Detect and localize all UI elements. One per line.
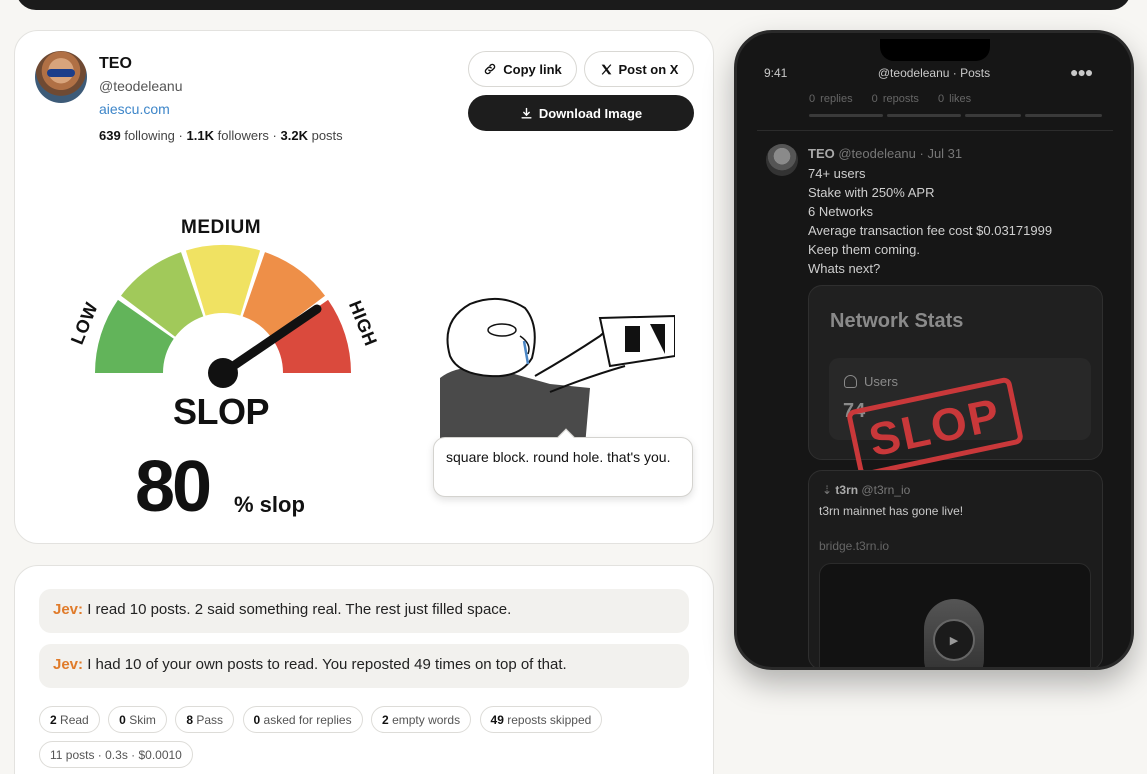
post-on-x-label: Post on X [618,61,679,77]
chip-run-summary: 11 posts · 0.3s · $0.0010 [39,741,193,768]
slop-report-card: TEO @teodeleanu aiescu.com 639 following… [14,30,714,544]
post-line: Average transaction fee cost $0.03171999 [808,223,1053,238]
phone-notch [880,39,990,61]
quoted-author: t3rn [835,483,859,497]
posts-label: posts [311,128,343,143]
stats-separator: · [178,128,183,143]
gauge-needle-hub [208,358,238,388]
profile-stats: 639 following · 1.1K followers · 3.2K po… [99,128,343,143]
posts-count: 3.2K [280,128,308,143]
x-logo-icon [601,63,611,75]
stats-separator: · [272,128,277,143]
phone-preview: 9:41 @teodeleanu · Posts ●●● 0 replies 0… [734,30,1134,670]
jev-commentary-card: Jev: I read 10 posts. 2 said something r… [14,565,714,774]
quoted-post: ⇣ t3rn @t3rn_io t3rn mainnet has gone li… [808,470,1103,667]
link-icon [485,63,496,75]
phone-divider [757,130,1113,131]
download-icon [521,107,532,119]
wojak-meme-illustration [440,297,675,446]
chip-reposts-skipped: 49 reposts skipped [479,706,603,733]
download-image-label: Download Image [538,105,643,121]
download-image-button[interactable]: Download Image [468,95,694,131]
followers-count: 1.1K [186,128,214,143]
post-meta: @teodeleanu · Jul 31 [838,146,963,161]
gauge-title: SLOP [173,391,270,432]
profile-name: TEO [99,55,132,72]
post-line: 6 Networks [808,204,874,219]
post-on-x-button[interactable]: Post on X [584,51,694,87]
tab-indicator [965,114,1021,117]
meme-caption-text: square block. round hole. that's you. [446,449,671,465]
more-options-icon: ●●● [1070,64,1093,80]
profile-avatar [35,51,87,103]
reposts-count: 0 reposts [871,93,919,105]
network-stats-title: Network Stats [830,310,964,332]
users-label: Users [864,374,898,389]
stats-chips: 2 Read 0 Skim 8 Pass 0 asked for replies… [39,706,699,774]
quoted-video: ▶ [819,563,1091,667]
play-icon: ▶ [933,619,975,661]
gauge-medium-label: MEDIUM [181,217,262,238]
chip-empty-words: 2 empty words [371,706,472,733]
tab-indicator [1025,114,1102,117]
jev-comment-text: I read 10 posts. 2 said something real. … [87,601,512,618]
copy-link-button[interactable]: Copy link [468,51,577,87]
quoted-post-header: ⇣ t3rn @t3rn_io [822,483,910,497]
jev-comment: Jev: I read 10 posts. 2 said something r… [39,589,689,633]
avatar-glasses [47,69,75,77]
post-header: TEO @teodeleanu · Jul 31 [808,146,962,161]
user-icon [844,375,857,388]
post-author: TEO [808,146,835,161]
jev-comment: Jev: I had 10 of your own posts to read.… [39,644,689,688]
chip-read: 2 Read [39,706,100,733]
phone-post-counters: 0 replies 0 reposts 0 likes [809,93,985,105]
chip-skim: 0 Skim [108,706,167,733]
t3rn-logo-icon: ⇣ [822,483,833,497]
post-line: 74+ users [808,166,866,181]
quoted-link: bridge.t3rn.io [819,539,890,553]
profile-website-link[interactable]: aiescu.com [99,101,170,117]
slop-score-unit: % slop [234,492,305,517]
following-count: 639 [99,128,121,143]
tab-indicator [887,114,961,117]
chip-asked-for-replies: 0 asked for replies [242,706,363,733]
post-line: Stake with 250% APR [808,185,935,200]
meme-caption-bubble: square block. round hole. that's you. [433,428,693,497]
quoted-text: t3rn mainnet has gone live! [819,504,964,518]
replies-count: 0 replies [809,93,853,105]
profile-handle: @teodeleanu [99,78,183,94]
jev-speaker: Jev: [53,656,84,673]
jev-speaker: Jev: [53,601,84,618]
jev-comment-text: I had 10 of your own posts to read. You … [87,656,567,673]
chip-pass: 8 Pass [175,706,235,733]
followers-label: followers [217,128,269,143]
post-body: 74+ users Stake with 250% APR 6 Networks… [808,164,1052,278]
post-line: Keep them coming. [808,242,921,257]
post-author-avatar [766,144,798,176]
copy-link-label: Copy link [503,61,562,77]
slop-score: 80 [135,447,212,527]
post-line: Whats next? [808,261,881,276]
likes-count: 0 likes [937,93,972,105]
tab-indicator [809,114,883,117]
top-bar [16,0,1131,10]
following-label: following [124,128,175,143]
quoted-handle: @t3rn_io [861,483,911,497]
